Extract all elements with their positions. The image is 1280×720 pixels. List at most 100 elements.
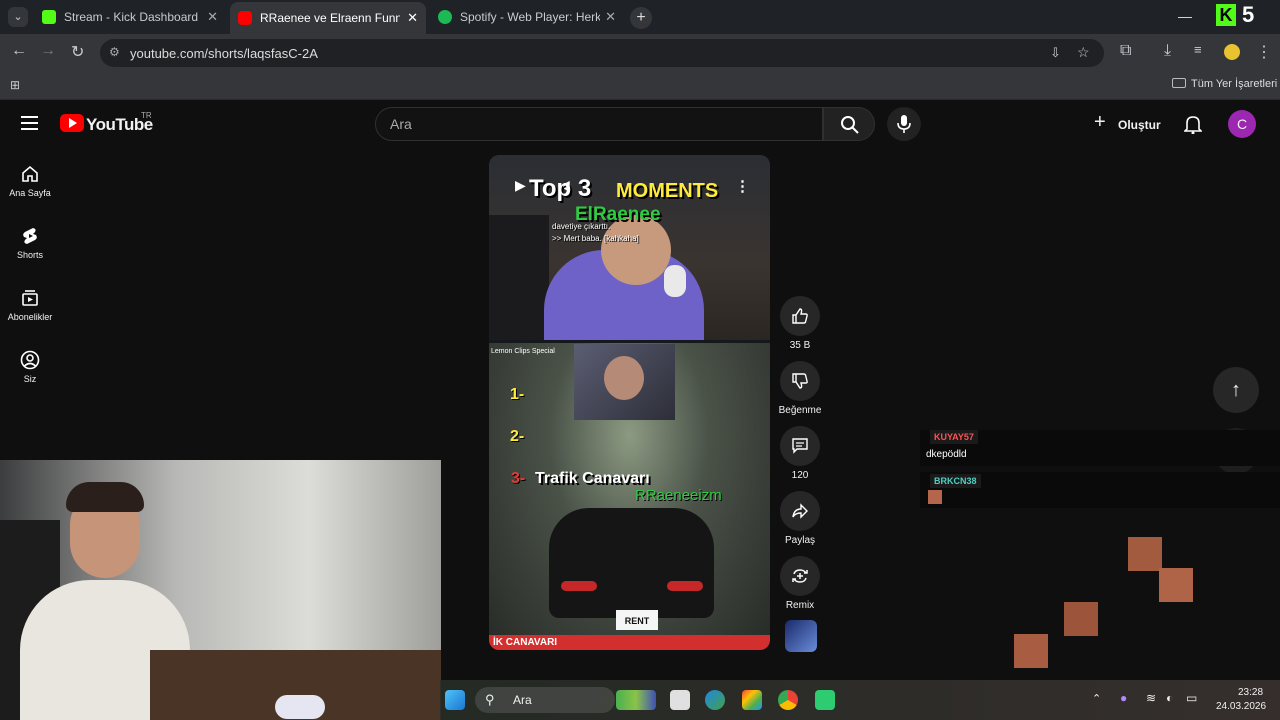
- speaker-icon[interactable]: ◐: [1166, 691, 1173, 705]
- clock-date[interactable]: 24.03.2026: [1216, 701, 1266, 712]
- video-caption-line-2: >> Mert baba. [kahkaha]: [552, 234, 639, 243]
- rank-3-label: 3-: [511, 470, 526, 487]
- widgets-icon[interactable]: [616, 690, 656, 710]
- thumbs-down-icon: [792, 373, 808, 389]
- address-bar[interactable]: ⚙ youtube.com/shorts/laqsfasC-2A ⇩ ☆: [100, 39, 1104, 67]
- extensions-icon[interactable]: ⧉: [1120, 42, 1131, 60]
- sidebar-item-subscriptions[interactable]: Abonelikler: [0, 288, 60, 322]
- previous-short-button[interactable]: ↑: [1213, 367, 1259, 413]
- taskbar-microphone-icon[interactable]: ●: [1120, 691, 1127, 705]
- spotify-favicon-icon: [438, 10, 452, 24]
- apps-grid-icon[interactable]: ⊞: [10, 78, 20, 92]
- floating-emote: [1014, 634, 1048, 668]
- tab-kick-dashboard[interactable]: Stream - Kick Dashboard ✕: [34, 4, 226, 30]
- sound-thumbnail[interactable]: [785, 620, 817, 652]
- search-icon: [841, 116, 859, 134]
- rank-1-label: 1-: [510, 386, 525, 403]
- wifi-icon[interactable]: ≋: [1146, 691, 1156, 705]
- chrome-menu-icon[interactable]: ⋮: [1256, 42, 1272, 62]
- clock-time[interactable]: 23:28: [1238, 687, 1263, 698]
- store-icon[interactable]: [742, 690, 762, 710]
- car-taillight-left: [561, 581, 597, 591]
- video-bottom-banner: İK CANAVARI: [489, 635, 770, 650]
- youtube-logo-icon[interactable]: [60, 114, 84, 132]
- youtube-header: YouTube TR Ara + Oluştur C: [0, 100, 1280, 148]
- you-icon: [20, 350, 40, 370]
- tab-youtube-short[interactable]: RRaenee ve Elraenn Funny Mom ✕: [230, 2, 426, 34]
- edge-icon[interactable]: [705, 690, 725, 710]
- downloads-icon[interactable]: ⤓: [1164, 42, 1171, 60]
- overlay-title-moments: MOMENTS: [616, 180, 719, 202]
- kick-overlay-count: 5: [1242, 2, 1255, 27]
- search-input[interactable]: Ara: [375, 107, 823, 141]
- floating-emote: [1064, 602, 1098, 636]
- chat-message: BRKCN38: [920, 472, 1280, 508]
- dislike-button[interactable]: Beğenme: [778, 361, 822, 416]
- browser-toolbar: ← → ↻ ⚙ youtube.com/shorts/laqsfasC-2A ⇩…: [0, 34, 1280, 70]
- subscriptions-icon: [22, 290, 38, 306]
- overlay-title-top: Top 3: [529, 175, 592, 202]
- all-bookmarks-link[interactable]: Tüm Yer İşaretleri: [1191, 78, 1277, 90]
- share-button[interactable]: Paylaş: [780, 491, 820, 546]
- bookmarks-bar: ⊞ Tüm Yer İşaretleri: [0, 70, 1280, 100]
- sidebar-item-shorts[interactable]: Shorts: [0, 226, 60, 260]
- car-taillight-right: [667, 581, 703, 591]
- sidebar-item-home[interactable]: Ana Sayfa: [0, 164, 60, 198]
- forward-icon[interactable]: →: [40, 42, 56, 60]
- show-hidden-icons[interactable]: ⌃: [1092, 692, 1101, 705]
- home-icon: [22, 165, 38, 182]
- menu-hamburger-icon[interactable]: [21, 116, 38, 130]
- tab-title: Stream - Kick Dashboard: [64, 10, 199, 24]
- chat-emote: [928, 490, 942, 504]
- battery-icon[interactable]: ▭: [1186, 691, 1197, 705]
- kick-app-icon[interactable]: [815, 690, 835, 710]
- back-icon[interactable]: ←: [11, 42, 27, 60]
- search-button[interactable]: [823, 107, 875, 141]
- notifications-bell-icon[interactable]: [1184, 114, 1202, 134]
- create-plus-icon[interactable]: +: [1094, 112, 1106, 132]
- account-avatar[interactable]: C: [1228, 110, 1256, 138]
- task-view-icon[interactable]: [670, 690, 690, 710]
- shorts-video-player[interactable]: ▶ ◀ ⋮ Top 3 MOMENTS ElRaenee davetiye çı…: [489, 155, 770, 650]
- webcam-mouse: [275, 695, 325, 719]
- minimize-window-icon[interactable]: —: [1178, 8, 1192, 24]
- media-control-icon[interactable]: ≡: [1194, 42, 1202, 57]
- share-icon: [792, 503, 808, 519]
- rank-2-label: 2-: [510, 428, 525, 445]
- install-app-icon[interactable]: ⇩: [1050, 45, 1061, 61]
- kick-favicon-icon: [42, 10, 56, 24]
- sidebar-item-you[interactable]: Siz: [0, 350, 60, 384]
- remix-icon: [792, 569, 808, 583]
- tab-search-button[interactable]: ⌄: [8, 7, 28, 27]
- tab-title: Spotify - Web Player: Herkes iç: [460, 10, 600, 24]
- new-tab-button[interactable]: +: [630, 7, 652, 29]
- tab-close-icon[interactable]: ✕: [407, 10, 418, 26]
- reload-icon[interactable]: ↻: [71, 42, 84, 62]
- chrome-icon[interactable]: [778, 690, 798, 710]
- chat-username: BRKCN38: [930, 474, 981, 488]
- floating-emote: [1128, 537, 1162, 571]
- create-button[interactable]: Oluştur: [1118, 118, 1161, 132]
- taskbar-search[interactable]: ⚲ Ara: [475, 687, 615, 713]
- microphone-icon: [897, 115, 911, 133]
- browser-tab-strip: ⌄ Stream - Kick Dashboard ✕ RRaenee ve E…: [0, 0, 1280, 34]
- voice-search-button[interactable]: [887, 107, 921, 141]
- more-options-icon[interactable]: ⋮: [735, 177, 750, 195]
- play-icon[interactable]: ▶: [515, 177, 526, 194]
- address-url: youtube.com/shorts/laqsfasC-2A: [130, 45, 318, 61]
- comments-button[interactable]: 120: [780, 426, 820, 481]
- thumbs-up-icon: [792, 308, 808, 324]
- profile-avatar[interactable]: [1224, 44, 1240, 60]
- tab-close-icon[interactable]: ✕: [207, 9, 218, 25]
- tab-spotify[interactable]: Spotify - Web Player: Herkes iç ✕: [430, 4, 624, 30]
- inset-face: [604, 356, 644, 400]
- site-info-icon[interactable]: ⚙: [109, 45, 120, 59]
- webcam-person-hair: [66, 482, 144, 512]
- like-button[interactable]: 35 B: [780, 296, 820, 351]
- chat-message: KUYAY57 dkepödld: [920, 430, 1280, 466]
- tab-close-icon[interactable]: ✕: [605, 9, 616, 25]
- remix-button[interactable]: Remix: [780, 556, 820, 611]
- chat-username: KUYAY57: [930, 430, 978, 444]
- windows-start-icon[interactable]: [445, 690, 465, 710]
- bookmark-star-icon[interactable]: ☆: [1077, 44, 1090, 61]
